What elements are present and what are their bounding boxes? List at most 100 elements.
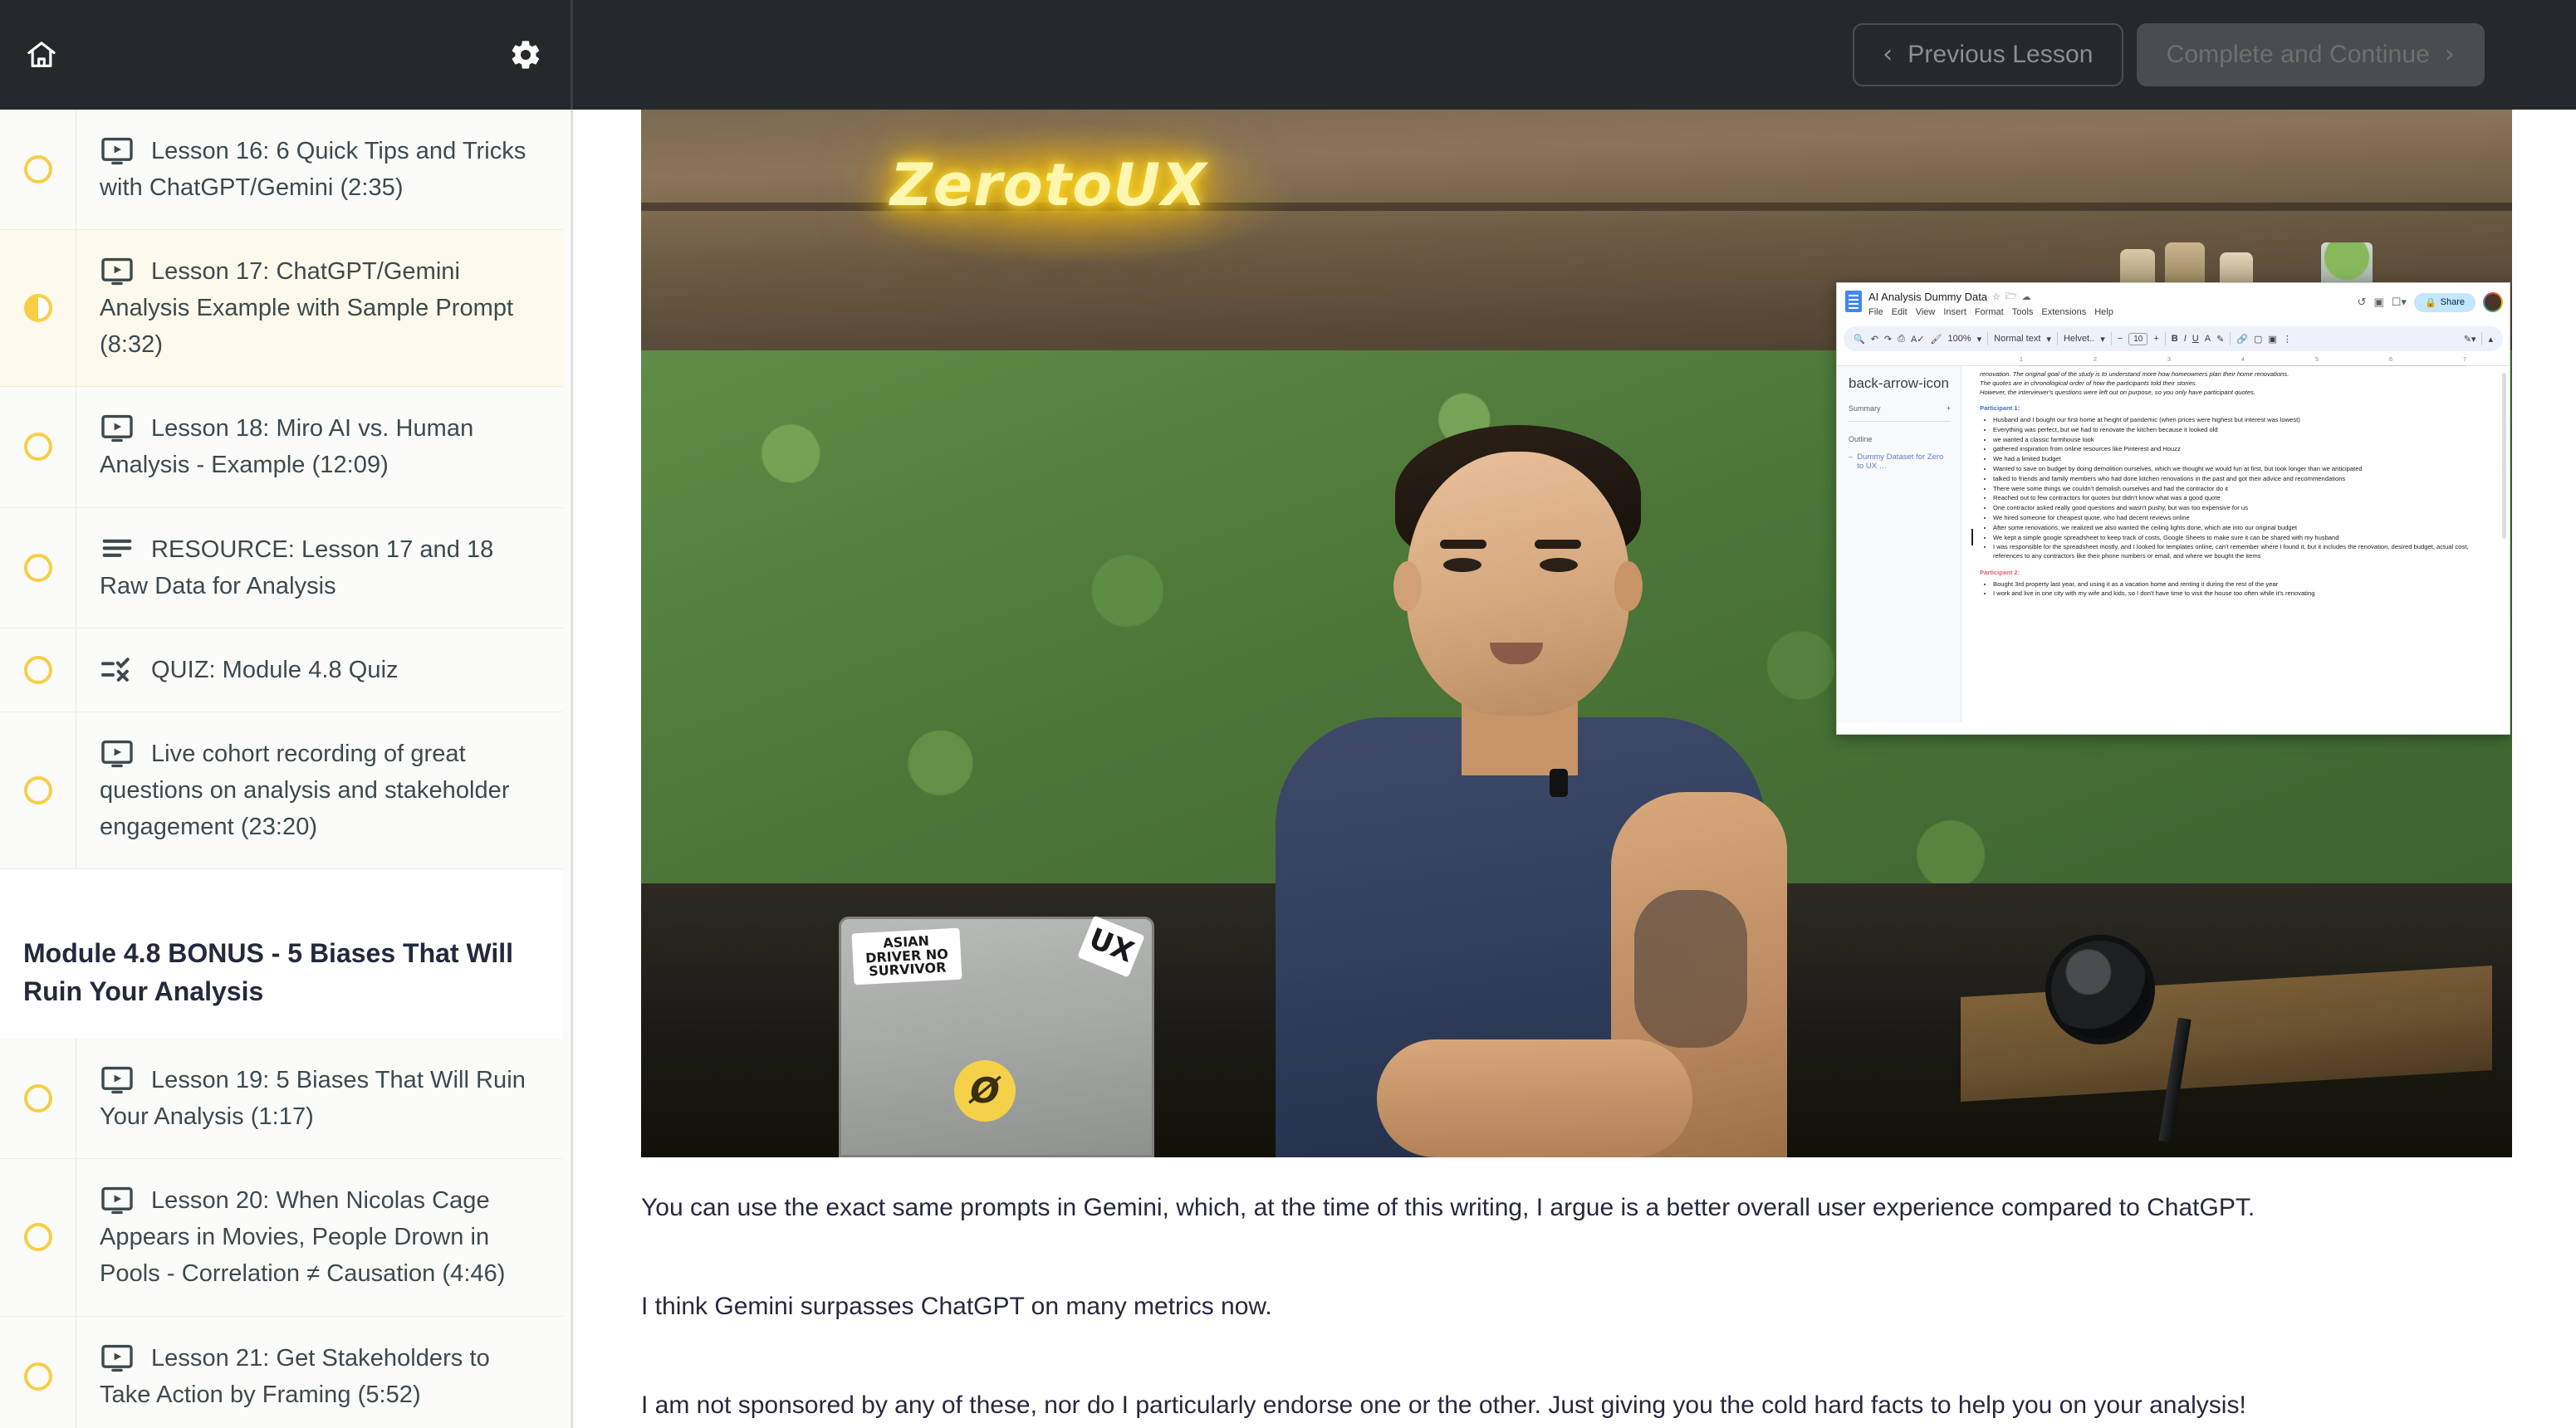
gear-icon[interactable]	[502, 32, 549, 78]
comment-icon[interactable]: ▣	[2373, 296, 2383, 309]
gdocs-menu-help[interactable]: Help	[2094, 307, 2113, 317]
collapse-chevron-icon[interactable]: ▴	[2488, 334, 2493, 345]
lesson-list-item[interactable]: Live cohort recording of great questions…	[0, 712, 563, 870]
bold-button[interactable]: B	[2172, 334, 2178, 344]
more-vertical-icon[interactable]: ⋮	[2283, 334, 2292, 345]
progress-circle-empty-icon	[23, 1084, 52, 1113]
back-arrow-icon[interactable]: back-arrow-icon	[1849, 376, 1951, 390]
font-family-select[interactable]: Helvet..	[2064, 334, 2094, 344]
lesson-video-player[interactable]: ZerotoUX ASIAN DRIVER NO SURVIVOR UX Ø A…	[641, 110, 2512, 1157]
chevron-left-icon: ‹	[1883, 40, 1893, 69]
text-lines-icon	[100, 536, 135, 564]
meet-icon[interactable]: ☐▾	[2392, 296, 2407, 309]
previous-lesson-button[interactable]: ‹ Previous Lesson	[1853, 23, 2123, 86]
progress-circle-empty-icon	[23, 155, 52, 184]
gdocs-title-block: AI Analysis Dummy Data ☆ 🗁 ☁ File Edit Vie…	[1868, 289, 2358, 317]
insert-image-icon[interactable]: ▣	[2268, 334, 2276, 345]
google-docs-window[interactable]: AI Analysis Dummy Data ☆ 🗁 ☁ File Edit Vie…	[1836, 282, 2510, 735]
gdocs-ruler[interactable]: 1 2 3 4 5 6 7	[1837, 355, 2510, 366]
italic-button[interactable]: I	[2184, 334, 2187, 344]
lesson-status-cell	[0, 387, 76, 507]
text-color-button[interactable]: A	[2205, 334, 2211, 344]
chevron-down-icon[interactable]: ▾	[2100, 334, 2105, 345]
lesson-title-cell: Lesson 18: Miro AI vs. Human Analysis - …	[76, 387, 563, 506]
sidebar-scroll-area[interactable]: Lesson 16: 6 Quick Tips and Tricks with …	[0, 110, 563, 1428]
link-icon[interactable]: 🔗	[2236, 334, 2248, 345]
underline-button[interactable]: U	[2192, 334, 2199, 344]
gdocs-outline-panel[interactable]: back-arrow-icon Summary + Outline – Dumm…	[1837, 366, 1961, 722]
history-icon[interactable]: ↺	[2358, 296, 2367, 309]
decrease-font-size-button[interactable]: −	[2118, 334, 2123, 344]
laptop-sticker-driver: ASIAN DRIVER NO SURVIVOR	[851, 927, 962, 985]
gdocs-document-page[interactable]: renovation. The original goal of the stu…	[1961, 366, 2510, 722]
zoom-level[interactable]: 100%	[1947, 334, 1971, 344]
gdocs-menu-format[interactable]: Format	[1975, 307, 2004, 317]
lesson-list-item[interactable]: Lesson 17: ChatGPT/Gemini Analysis Examp…	[0, 230, 563, 388]
gdocs-bullet-item: gathered inspiration from online resourc…	[1993, 445, 2470, 454]
lesson-paragraph: I am not sponsored by any of these, nor …	[641, 1391, 2246, 1419]
lesson-list-item[interactable]: Lesson 21: Get Stakeholders to Take Acti…	[0, 1316, 563, 1428]
home-icon[interactable]	[18, 32, 65, 78]
lesson-list-item[interactable]: Lesson 19: 5 Biases That Will Ruin Your …	[0, 1039, 563, 1160]
gdocs-menu-view[interactable]: View	[1916, 307, 1936, 317]
toolbar-divider	[2481, 332, 2483, 345]
search-icon[interactable]: 🔍	[1854, 334, 1865, 345]
highlight-icon[interactable]: ✎	[2216, 334, 2224, 345]
laptop-sticker-ux: UX	[1077, 915, 1145, 978]
gdocs-menu-tools[interactable]: Tools	[2012, 307, 2034, 317]
sidebar-section-gap	[0, 869, 563, 883]
editing-mode-icon[interactable]: ✎▾	[2464, 334, 2476, 345]
video-icon	[100, 137, 135, 165]
chevron-right-icon: ›	[2444, 40, 2455, 69]
header-nav-buttons: ‹ Previous Lesson Complete and Continue …	[573, 0, 2576, 110]
gdocs-menubar[interactable]: File Edit View Insert Format Tools Extensions H…	[1868, 307, 2358, 317]
avatar[interactable]	[2483, 292, 2503, 312]
share-label: Share	[2440, 297, 2465, 307]
laptop: ASIAN DRIVER NO SURVIVOR UX Ø	[839, 915, 1154, 1157]
add-summary-button[interactable]: +	[1947, 404, 1951, 413]
gdocs-scrollbar[interactable]	[2502, 373, 2506, 539]
undo-icon[interactable]: ↶	[1871, 334, 1878, 345]
gdocs-menu-edit[interactable]: Edit	[1892, 307, 1908, 317]
ruler-tick: 4	[2241, 357, 2245, 363]
presenter-eyebrow	[1535, 540, 1581, 549]
print-icon[interactable]: ⎙	[1898, 334, 1905, 345]
course-curriculum-sidebar[interactable]: Lesson 16: 6 Quick Tips and Tricks with …	[0, 110, 573, 1428]
chevron-down-icon[interactable]: ▾	[1977, 334, 1982, 345]
lesson-title-label: RESOURCE: Lesson 17 and 18 Raw Data for …	[100, 536, 494, 599]
lesson-list-item[interactable]: Lesson 20: When Nicolas Cage Appears in …	[0, 1159, 563, 1317]
progress-circle-half-icon	[23, 294, 52, 323]
lesson-title-label: Live cohort recording of great questions…	[100, 740, 510, 840]
lesson-main-content: ZerotoUX ASIAN DRIVER NO SURVIVOR UX Ø A…	[575, 110, 2576, 1428]
move-folder-icon[interactable]: 🗁	[2005, 289, 2017, 305]
spellcheck-icon[interactable]: A✓	[1911, 334, 1925, 345]
gdocs-toolbar[interactable]: 🔍 ↶ ↷ ⎙ A✓ 🖌 100% ▾ Normal text ▾ Helvet…	[1844, 326, 2503, 351]
gdocs-bullet-item: We had a limited budget	[1993, 455, 2470, 464]
participant1-heading: Participant 1:	[1980, 404, 2020, 413]
lesson-list-item[interactable]: RESOURCE: Lesson 17 and 18 Raw Data for …	[0, 507, 563, 628]
lesson-title-cell: RESOURCE: Lesson 17 and 18 Raw Data for …	[76, 508, 563, 628]
paint-format-icon[interactable]: 🖌	[1931, 334, 1942, 345]
share-button[interactable]: 🔒 Share	[2413, 292, 2476, 312]
gdocs-document-title[interactable]: AI Analysis Dummy Data	[1868, 291, 1987, 303]
ruler-tick: 3	[2167, 357, 2171, 363]
lesson-list-item[interactable]: QUIZ: Module 4.8 Quiz	[0, 628, 563, 712]
gdocs-menu-file[interactable]: File	[1868, 307, 1883, 317]
complete-and-continue-button[interactable]: Complete and Continue ›	[2136, 23, 2485, 86]
star-icon[interactable]: ☆	[1992, 291, 2001, 302]
add-comment-icon[interactable]: ▢	[2254, 334, 2262, 345]
redo-icon[interactable]: ↷	[1884, 334, 1892, 345]
paragraph-style-select[interactable]: Normal text	[1994, 334, 2040, 344]
font-size-input[interactable]: 10	[2128, 332, 2148, 345]
lesson-list-item[interactable]: Lesson 18: Miro AI vs. Human Analysis - …	[0, 387, 563, 508]
gdocs-bullet-item: talked to friends and family members who…	[1993, 475, 2470, 484]
gdocs-menu-extensions[interactable]: Extensions	[2041, 307, 2086, 317]
progress-circle-empty-icon	[23, 1223, 52, 1252]
increase-font-size-button[interactable]: +	[2153, 334, 2158, 344]
toolbar-divider	[2230, 332, 2231, 345]
outline-item[interactable]: – Dummy Dataset for Zero to UX …	[1849, 452, 1951, 471]
chevron-down-icon[interactable]: ▾	[2046, 334, 2051, 345]
gdocs-menu-insert[interactable]: Insert	[1943, 307, 1966, 317]
lesson-list-item[interactable]: Lesson 16: 6 Quick Tips and Tricks with …	[0, 110, 563, 231]
microphone	[2045, 935, 2155, 1044]
